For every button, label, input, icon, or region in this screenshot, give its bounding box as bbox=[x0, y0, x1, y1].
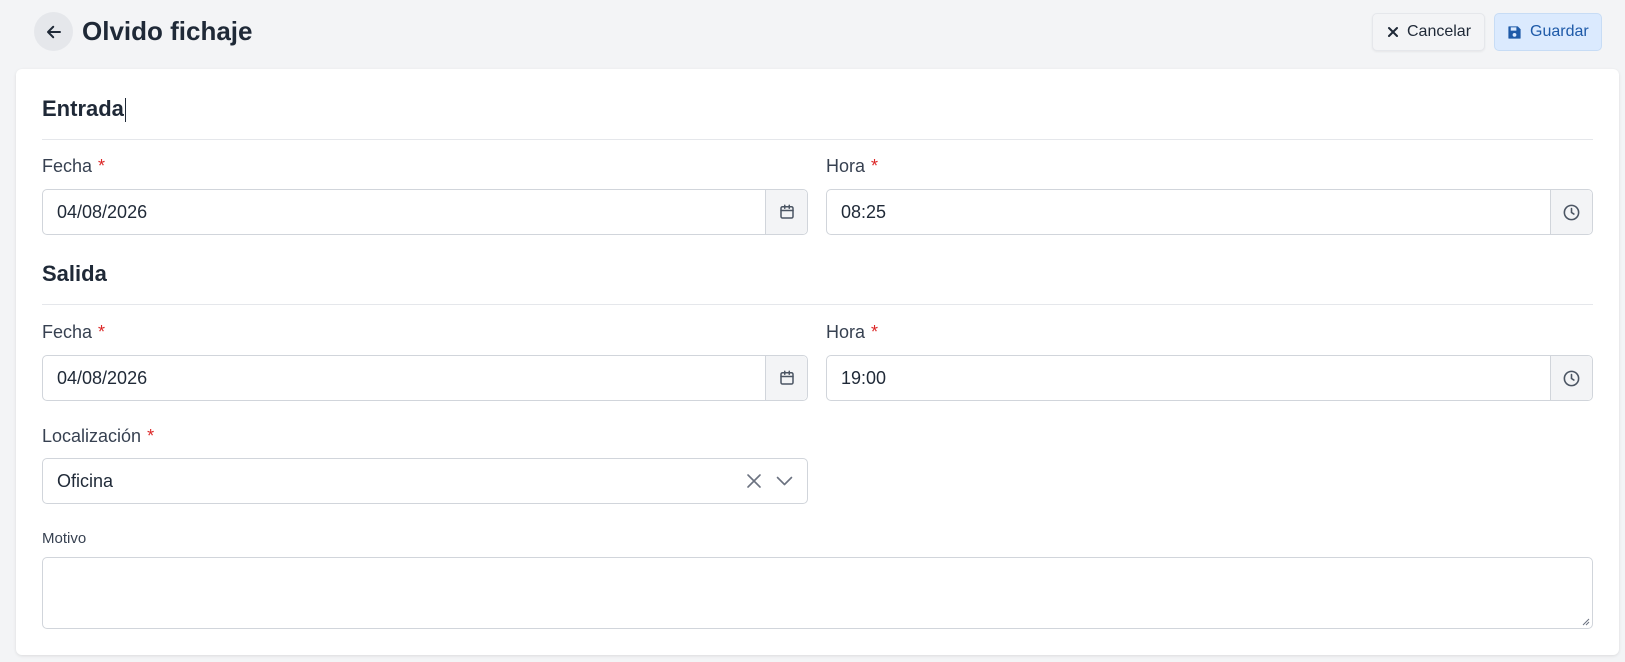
calendar-icon bbox=[779, 370, 794, 385]
save-button-label: Guardar bbox=[1530, 23, 1589, 40]
entrada-hora-field[interactable]: 08:25 bbox=[826, 189, 1593, 235]
motivo-label: Motivo bbox=[42, 530, 87, 547]
cancel-button-label: Cancelar bbox=[1407, 23, 1472, 40]
salida-hora-label-text: Hora bbox=[826, 322, 866, 342]
salida-fecha-label-text: Fecha bbox=[42, 322, 93, 342]
localizacion-label: Localización * bbox=[42, 424, 154, 448]
save-button[interactable]: Guardar bbox=[1494, 13, 1602, 51]
entrada-hora-clock-button[interactable] bbox=[1550, 190, 1592, 234]
salida-hora-clock-button[interactable] bbox=[1550, 356, 1592, 400]
clear-icon[interactable] bbox=[746, 473, 762, 489]
section-title-entrada: Entrada bbox=[42, 94, 126, 124]
floppy-disk-icon bbox=[1507, 25, 1522, 40]
close-icon bbox=[1387, 26, 1399, 38]
entrada-hora-label-text: Hora bbox=[826, 156, 866, 176]
localizacion-select[interactable]: Oficina bbox=[42, 458, 808, 504]
salida-hora-input[interactable]: 19:00 bbox=[827, 356, 1550, 400]
back-button[interactable] bbox=[34, 12, 73, 51]
section-title-salida: Salida bbox=[42, 261, 107, 286]
entrada-hora-label: Hora * bbox=[826, 154, 878, 178]
salida-hora-label: Hora * bbox=[826, 320, 878, 344]
entrada-hora-input[interactable]: 08:25 bbox=[827, 190, 1550, 234]
entrada-fecha-input[interactable]: 04/08/2026 bbox=[43, 190, 765, 234]
clock-icon bbox=[1563, 204, 1580, 220]
required-marker: * bbox=[147, 426, 155, 446]
arrow-left-icon bbox=[46, 25, 61, 38]
salida-fecha-label: Fecha * bbox=[42, 320, 105, 344]
required-marker: * bbox=[871, 322, 879, 342]
select-controls bbox=[746, 473, 793, 489]
section-divider bbox=[42, 139, 1593, 140]
chevron-down-icon[interactable] bbox=[776, 476, 793, 486]
section-title-entrada-text: Entrada bbox=[42, 96, 124, 121]
required-marker: * bbox=[98, 322, 106, 342]
salida-fecha-calendar-button[interactable] bbox=[765, 356, 807, 400]
calendar-icon bbox=[779, 204, 794, 219]
localizacion-selected-value: Oficina bbox=[57, 470, 114, 491]
localizacion-label-text: Localización bbox=[42, 426, 142, 446]
salida-fecha-field[interactable]: 04/08/2026 bbox=[42, 355, 808, 401]
required-marker: * bbox=[98, 156, 106, 176]
page-title: Olvido fichaje bbox=[82, 16, 253, 46]
entrada-fecha-label: Fecha * bbox=[42, 154, 105, 178]
entrada-fecha-calendar-button[interactable] bbox=[765, 190, 807, 234]
entrada-fecha-label-text: Fecha bbox=[42, 156, 93, 176]
required-marker: * bbox=[871, 156, 879, 176]
clock-icon bbox=[1563, 370, 1580, 386]
motivo-textarea[interactable] bbox=[42, 557, 1593, 629]
cancel-button[interactable]: Cancelar bbox=[1372, 13, 1485, 51]
resize-handle-icon[interactable] bbox=[1580, 616, 1590, 626]
salida-hora-field[interactable]: 19:00 bbox=[826, 355, 1593, 401]
page-header: Olvido fichaje Cancelar Guardar bbox=[0, 0, 1625, 66]
salida-fecha-input[interactable]: 04/08/2026 bbox=[43, 356, 765, 400]
section-divider bbox=[42, 304, 1593, 305]
entrada-fecha-field[interactable]: 04/08/2026 bbox=[42, 189, 808, 235]
form-card: Entrada Fecha * 04/08/2026 Hora * 08:25 Sa… bbox=[16, 69, 1619, 655]
text-cursor bbox=[124, 98, 126, 123]
